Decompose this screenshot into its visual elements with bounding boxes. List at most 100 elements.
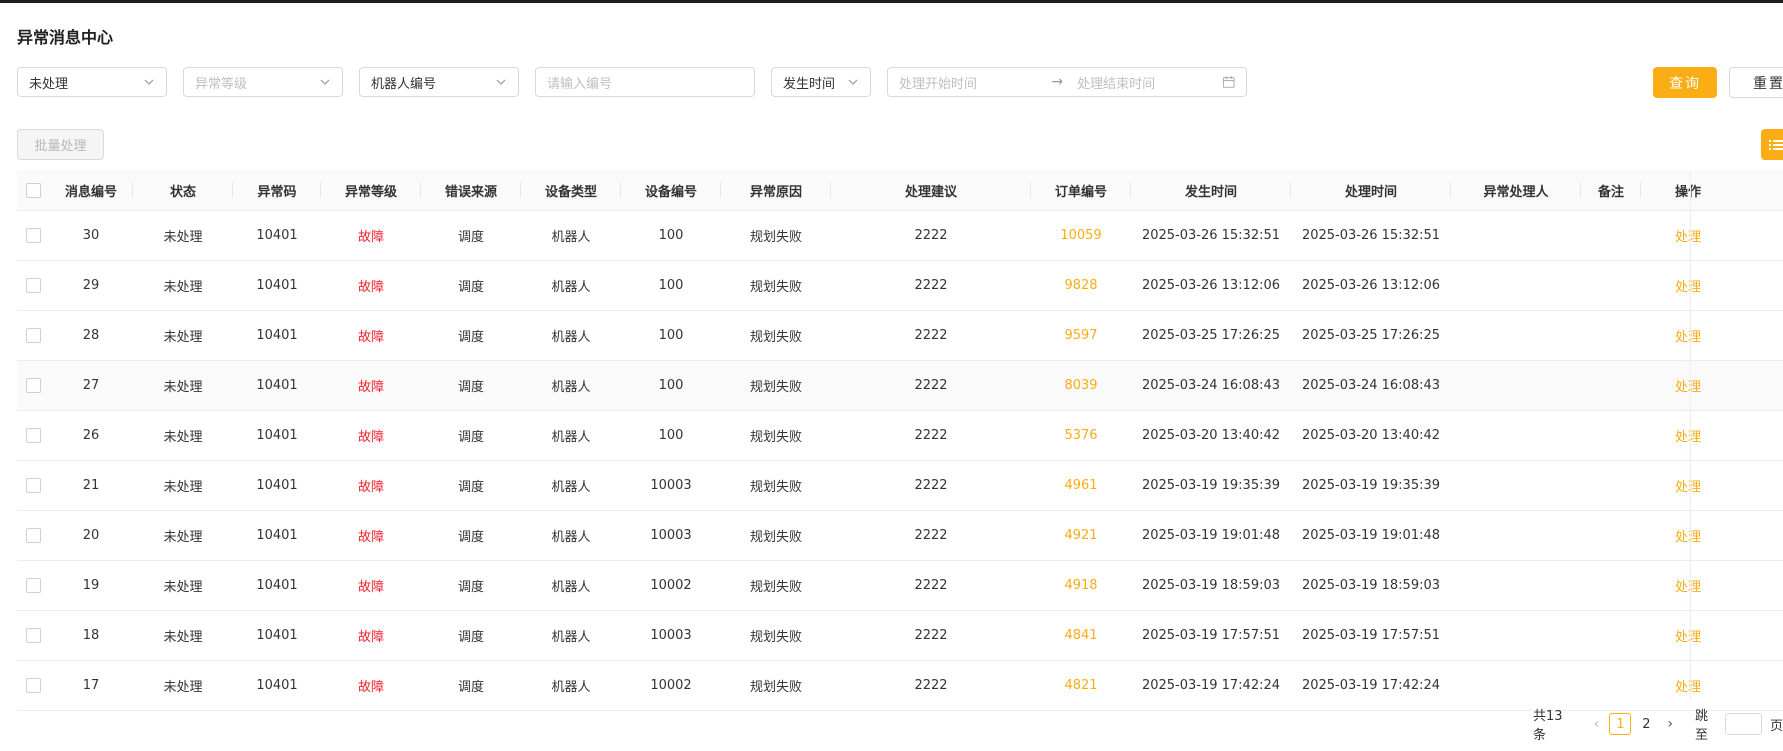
start-date-placeholder: 处理开始时间: [899, 76, 978, 92]
cell-handle-time: 2025-03-19 18:59:03: [1301, 578, 1441, 593]
header-handle-time: 处理时间: [1291, 170, 1451, 210]
header-reason: 异常原因: [721, 170, 831, 210]
cell-advice: 2222: [914, 528, 948, 543]
cell-device-no: 10003: [650, 528, 692, 543]
level-select[interactable]: 异常等级: [183, 67, 343, 97]
process-action-link[interactable]: 处理: [1641, 361, 1735, 410]
cell-note: [1581, 461, 1641, 510]
cell-level: 故障: [357, 680, 384, 695]
cell-note: [1581, 661, 1641, 710]
process-action-link[interactable]: 处理: [1641, 411, 1735, 460]
cell-level: 故障: [357, 380, 384, 395]
cell-occur-time: 2025-03-19 17:42:24: [1141, 678, 1281, 693]
cell-order: 4841: [1064, 628, 1098, 643]
cell-code: 10401: [256, 278, 298, 293]
cell-occur-time: 2025-03-26 15:32:51: [1141, 228, 1281, 243]
cell-handler: [1451, 261, 1581, 310]
row-checkbox[interactable]: [25, 278, 41, 293]
process-action-link[interactable]: 处理: [1641, 611, 1735, 660]
jump-input[interactable]: [1725, 713, 1762, 735]
chevron-left-icon[interactable]: ‹: [1594, 716, 1600, 732]
process-action-link[interactable]: 处理: [1641, 561, 1735, 610]
time-type-value: 发生时间: [783, 76, 836, 92]
table-row: 20 未处理 10401 故障 调度 机器人 10003 规划失败 2222 4921 2025-0…: [17, 511, 1783, 561]
top-bar: [0, 0, 1783, 3]
cell-source: 调度: [457, 430, 484, 445]
table-row: 26 未处理 10401 故障 调度 机器人 100 规划失败 2222 5376 2025-03-…: [17, 411, 1783, 461]
row-checkbox[interactable]: [25, 578, 41, 593]
process-action-link[interactable]: 处理: [1641, 461, 1735, 510]
page-2-button[interactable]: 2: [1635, 713, 1657, 735]
row-checkbox[interactable]: [25, 528, 41, 543]
cell-reason: 规划失败: [749, 630, 802, 645]
cell-select[interactable]: [17, 511, 49, 560]
cell-order: 4821: [1064, 678, 1098, 693]
cell-id: 29: [82, 278, 100, 293]
robot-select[interactable]: 机器人编号: [359, 67, 519, 97]
query-button[interactable]: 查询: [1653, 67, 1717, 98]
row-checkbox[interactable]: [25, 428, 41, 443]
cell-occur-time: 2025-03-20 13:40:42: [1141, 428, 1281, 443]
batch-process-button[interactable]: 批量处理: [17, 129, 104, 160]
row-checkbox[interactable]: [25, 378, 41, 393]
cell-reason: 规划失败: [749, 230, 802, 245]
select-all-checkbox[interactable]: [25, 182, 41, 198]
row-checkbox[interactable]: [25, 678, 41, 693]
status-select[interactable]: 未处理: [17, 67, 167, 97]
row-checkbox[interactable]: [25, 328, 41, 343]
reset-button[interactable]: 重置: [1729, 67, 1783, 98]
table-row: 17 未处理 10401 故障 调度 机器人 10002 规划失败 2222 4821 2025-0…: [17, 661, 1783, 711]
column-setting-button[interactable]: [1761, 129, 1783, 160]
number-input-placeholder: 请输入编号: [547, 76, 613, 92]
page-1-button[interactable]: 1: [1609, 713, 1632, 735]
cell-reason: 规划失败: [749, 380, 802, 395]
cell-code: 10401: [256, 528, 298, 543]
cell-advice: 2222: [914, 478, 948, 493]
cell-select[interactable]: [17, 211, 49, 260]
process-action-link[interactable]: 处理: [1641, 511, 1735, 560]
pagination: 共13条 ‹ 1 2 › 跳至 页: [1533, 709, 1783, 743]
cell-advice: 2222: [914, 428, 948, 443]
cell-id: 30: [82, 228, 100, 243]
cell-device-type: 机器人: [551, 630, 591, 645]
process-action-link[interactable]: 处理: [1641, 261, 1735, 310]
cell-id: 18: [82, 628, 100, 643]
cell-select[interactable]: [17, 311, 49, 360]
cell-advice: 2222: [914, 578, 948, 593]
cell-select[interactable]: [17, 261, 49, 310]
cell-note: [1581, 211, 1641, 260]
cell-device-no: 100: [658, 428, 684, 443]
process-action-link[interactable]: 处理: [1641, 211, 1735, 260]
cell-status: 未处理: [163, 480, 203, 495]
cell-handler: [1451, 511, 1581, 560]
cell-select[interactable]: [17, 411, 49, 460]
chevron-down-icon: [848, 79, 858, 85]
header-select[interactable]: [17, 170, 49, 210]
header-order: 订单编号: [1031, 170, 1131, 210]
cell-device-type: 机器人: [551, 580, 591, 595]
cell-device-type: 机器人: [551, 230, 591, 245]
process-action-link[interactable]: 处理: [1641, 311, 1735, 360]
cell-select[interactable]: [17, 611, 49, 660]
cell-select[interactable]: [17, 561, 49, 610]
cell-select[interactable]: [17, 661, 49, 710]
cell-reason: 规划失败: [749, 480, 802, 495]
chevron-right-icon[interactable]: ›: [1667, 716, 1673, 732]
cell-advice: 2222: [914, 378, 948, 393]
time-type-select[interactable]: 发生时间: [771, 67, 871, 97]
cell-order: 9828: [1064, 278, 1098, 293]
cell-order: 4918: [1064, 578, 1098, 593]
date-range-picker[interactable]: 处理开始时间 → 处理结束时间: [887, 67, 1247, 97]
cell-select[interactable]: [17, 461, 49, 510]
cell-device-no: 10002: [650, 578, 692, 593]
row-checkbox[interactable]: [25, 478, 41, 493]
process-action-link[interactable]: 处理: [1641, 661, 1735, 710]
cell-reason: 规划失败: [749, 680, 802, 695]
row-checkbox[interactable]: [25, 628, 41, 643]
cell-order: 4961: [1064, 478, 1098, 493]
cell-select[interactable]: [17, 361, 49, 410]
cell-level: 故障: [357, 530, 384, 545]
number-input[interactable]: 请输入编号: [535, 67, 755, 97]
cell-note: [1581, 511, 1641, 560]
row-checkbox[interactable]: [25, 228, 41, 243]
